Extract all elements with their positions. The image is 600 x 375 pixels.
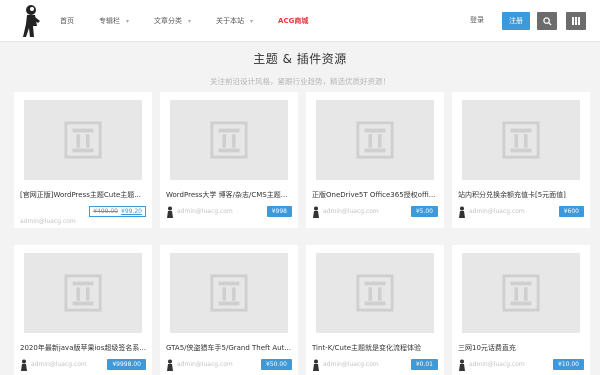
nav-item-categories[interactable]: 文章分类 ▾ <box>154 16 191 26</box>
author-email: admin@luacg.com <box>323 208 379 215</box>
price-old: ¥499.00 <box>93 208 118 215</box>
image-placeholder-icon <box>64 121 102 159</box>
product-card[interactable]: 2020年最新java版苹果ios超级签名系... admin@luacg.co… <box>14 245 152 375</box>
card-title[interactable]: WordPress大学 博客/杂志/CMS主题... <box>166 190 292 200</box>
price-tag[interactable]: ¥998 <box>266 206 292 217</box>
price-tag[interactable]: ¥5.00 <box>410 206 438 217</box>
grid-icon <box>572 17 580 25</box>
author-email: admin@luacg.com <box>177 361 233 368</box>
author-email: admin@luacg.com <box>31 361 87 368</box>
author-email: admin@luacg.com <box>177 208 233 215</box>
nav-item-label: 专辑栏 <box>99 17 120 25</box>
author-email: admin@luacg.com <box>469 361 525 368</box>
nav-item-acg-shop[interactable]: ACG商城 <box>278 16 308 26</box>
image-placeholder-icon <box>502 274 540 312</box>
nav-item-label: 关于本站 <box>216 17 245 25</box>
thumbnail-placeholder[interactable] <box>170 253 288 333</box>
author-email: admin@luacg.com <box>20 218 76 225</box>
image-placeholder-icon <box>502 121 540 159</box>
image-placeholder-icon <box>356 121 394 159</box>
product-card[interactable]: 正版OneDrive5T Office365授权offi... admin@lu… <box>306 92 444 228</box>
site-logo-icon[interactable] <box>18 4 42 38</box>
avatar-icon <box>21 359 27 371</box>
price-new: ¥99.20 <box>121 208 142 215</box>
card-title[interactable]: 站内积分兑换余额充值卡[5元面值] <box>458 190 584 200</box>
thumbnail-placeholder[interactable] <box>316 100 434 180</box>
nav-item-albums[interactable]: 专辑栏 ▾ <box>99 16 129 26</box>
price-box: ¥499.00 ¥99.20 <box>89 206 146 217</box>
card-title[interactable]: 正版OneDrive5T Office365授权offi... <box>312 190 438 200</box>
author-email: admin@luacg.com <box>469 208 525 215</box>
register-button[interactable]: 注册 <box>502 12 530 30</box>
thumbnail-placeholder[interactable] <box>170 100 288 180</box>
card-meta: admin@luacg.com ¥10.00 <box>458 359 584 371</box>
chevron-down-icon: ▾ <box>126 17 130 25</box>
nav-item-label: 文章分类 <box>154 17 183 25</box>
thumbnail-placeholder[interactable] <box>316 253 434 333</box>
card-meta: admin@luacg.com ¥600 <box>458 206 584 218</box>
product-card[interactable]: Tint-K/Cute主题就是变化流程体验 admin@luacg.com ¥0… <box>306 245 444 375</box>
card-title[interactable]: GTA5/侠盗猎车手5/Grand Theft Aut... <box>166 343 292 353</box>
card-meta: admin@luacg.com ¥0.01 <box>312 359 438 371</box>
avatar-icon <box>313 206 319 218</box>
image-placeholder-icon <box>210 121 248 159</box>
product-card[interactable]: GTA5/侠盗猎车手5/Grand Theft Aut... admin@lua… <box>160 245 298 375</box>
page-subtitle: 关注前沿设计风格，紧跟行业趋势，精选优质好资源！ <box>210 77 390 86</box>
nav-item-label: ACG商城 <box>278 17 309 25</box>
chevron-down-icon: ▾ <box>250 17 254 25</box>
price-tag[interactable]: ¥0.01 <box>410 359 438 370</box>
card-title[interactable]: Tint-K/Cute主题就是变化流程体验 <box>312 343 438 353</box>
card-meta: admin@luacg.com ¥9998.00 <box>20 359 146 371</box>
avatar-icon <box>167 359 173 371</box>
image-placeholder-icon <box>64 274 102 312</box>
product-card[interactable]: WordPress大学 博客/杂志/CMS主题... admin@luacg.c… <box>160 92 298 228</box>
card-meta: admin@luacg.com ¥5.00 <box>312 206 438 218</box>
price-tag[interactable]: ¥600 <box>558 206 584 217</box>
product-card[interactable]: 三网10元话费直充 admin@luacg.com ¥10.00 <box>452 245 590 375</box>
card-meta: admin@luacg.com ¥998 <box>166 206 292 218</box>
avatar-icon <box>313 359 319 371</box>
thumbnail-placeholder[interactable] <box>462 100 580 180</box>
price-tag[interactable]: ¥9998.00 <box>107 359 146 370</box>
thumbnail-placeholder[interactable] <box>24 100 142 180</box>
card-meta: ¥499.00 ¥99.20 <box>20 206 146 218</box>
thumbnail-placeholder[interactable] <box>462 253 580 333</box>
page-title: 主题 & 插件资源 <box>253 52 347 66</box>
card-title[interactable]: 三网10元话费直充 <box>458 343 584 353</box>
avatar-icon <box>167 206 173 218</box>
chevron-down-icon: ▾ <box>188 17 192 25</box>
image-placeholder-icon <box>210 274 248 312</box>
menu-grid-button[interactable] <box>566 12 586 30</box>
nav-item-home[interactable]: 首页 <box>60 16 74 26</box>
thumbnail-placeholder[interactable] <box>24 253 142 333</box>
price-tag[interactable]: ¥10.00 <box>553 359 584 370</box>
top-header: 首页 专辑栏 ▾ 文章分类 ▾ 关于本站 ▾ ACG商城 登录 注册 <box>0 0 600 42</box>
avatar-icon <box>459 359 465 371</box>
search-button[interactable] <box>537 12 557 30</box>
main-nav: 首页 专辑栏 ▾ 文章分类 ▾ 关于本站 ▾ ACG商城 <box>60 0 333 42</box>
image-placeholder-icon <box>356 274 394 312</box>
avatar-icon <box>459 206 465 218</box>
author-email: admin@luacg.com <box>323 361 379 368</box>
nav-item-about[interactable]: 关于本站 ▾ <box>216 16 253 26</box>
nav-item-label: 首页 <box>60 17 74 25</box>
search-icon <box>542 16 552 26</box>
product-card[interactable]: 站内积分兑换余额充值卡[5元面值] admin@luacg.com ¥600 <box>452 92 590 228</box>
price-tag[interactable]: ¥50.00 <box>261 359 292 370</box>
card-title[interactable]: 2020年最新java版苹果ios超级签名系... <box>20 343 146 353</box>
login-link[interactable]: 登录 <box>470 15 484 25</box>
card-meta: admin@luacg.com ¥50.00 <box>166 359 292 371</box>
product-card[interactable]: [官网正版]WordPress主题Cute主题... ¥499.00 ¥99.2… <box>14 92 152 228</box>
card-title[interactable]: [官网正版]WordPress主题Cute主题... <box>20 190 146 200</box>
